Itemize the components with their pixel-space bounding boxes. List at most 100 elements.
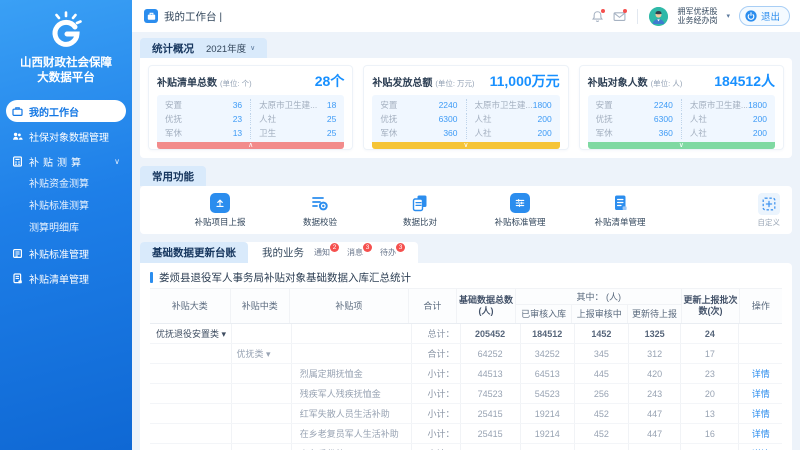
app-root: 山西财政社会保障 大数据平台 我的工作台 社保对象数据管理 补贴测算 (0, 0, 800, 450)
data-compare-icon (410, 193, 430, 213)
top-bar: 我的工作台 | 拥军优抚股 业务经办岗 ▾ (132, 0, 800, 32)
breadcrumb: 我的工作台 | (144, 9, 222, 24)
tab-badges: 通知2 消息3 待办3 (314, 247, 404, 258)
breakdown-label: 优抚 (596, 113, 654, 125)
sidebar-item-label: 补贴测算 (29, 154, 85, 169)
detail-link[interactable]: 详情 (739, 444, 782, 450)
tab-base-data-ledger[interactable]: 基础数据更新台账 (140, 242, 248, 263)
sidebar-item-workbench[interactable]: 我的工作台 (6, 100, 126, 122)
collapse-bar[interactable]: ∨ (372, 142, 559, 149)
col-base-total: 基础数据总数(人) (457, 289, 516, 323)
sidebar-item-social-data[interactable]: 社保对象数据管理 (6, 125, 126, 147)
badge-count: 2 (330, 243, 339, 252)
sidebar-item-standard-mgmt[interactable]: 补贴标准管理 (6, 242, 126, 264)
value-cell: 243 (629, 384, 681, 403)
value-cell: 25415 (461, 424, 521, 443)
customize-label: 自定义 (758, 217, 781, 228)
breakdown-label: 军休 (596, 127, 659, 139)
mid-category-cell[interactable]: 优抚类 ▾ (232, 344, 292, 363)
mail-icon[interactable] (613, 10, 626, 23)
value-cell: 16 (681, 424, 739, 443)
quick-item-list-mgmt[interactable]: 补贴清单管理 (570, 193, 670, 228)
value-cell: 34252 (521, 344, 575, 363)
breakdown-value: 18 (327, 100, 336, 110)
doc-list-icon (610, 193, 630, 213)
table-row: 优抚类 ▾ 合计： 64252 34252 345 312 17 (150, 344, 782, 364)
badge-label: 通知 (314, 248, 330, 257)
stat-card-amount-total: 补贴发放总额 (单位: 万元) 11,000万元 安置2240太原市卫生建...… (363, 65, 568, 150)
table-row: 红军失散人员生活补助 小计： 25415 19214 452 447 13 详情 (150, 404, 782, 424)
user-role[interactable]: 拥军优抚股 业务经办岗 (677, 7, 717, 26)
value-cell: 17 (681, 344, 739, 363)
quick-item-data-compare[interactable]: 数据比对 (370, 193, 470, 228)
breakdown-value: 360 (659, 128, 673, 138)
col-action: 操作 (740, 289, 782, 323)
sidebar-nav: 我的工作台 社保对象数据管理 补贴测算 ∨ 补贴资金测算 补贴标准测算 测算明细… (0, 100, 132, 289)
col-pending-upload: 更新待上报 (628, 305, 682, 323)
bell-icon[interactable] (591, 10, 604, 23)
col-reviewed: 已审核入库 (516, 305, 572, 323)
sidebar-item-list-mgmt[interactable]: 补贴清单管理 (6, 267, 126, 289)
collapse-bar[interactable]: ∨ (588, 142, 775, 149)
badge-notice[interactable]: 通知2 (314, 247, 338, 258)
main-content: 统计概况 2021年度 ∨ 补贴清单总数 (单位: 个) 28个 安置36太原市… (140, 38, 792, 444)
breakdown-value: 6300 (439, 114, 458, 124)
mid-category-cell (232, 444, 292, 450)
sidebar-subitem-fund-calc[interactable]: 补贴资金测算 (0, 175, 126, 195)
col-under-review: 上报审核中 (572, 305, 628, 323)
quick-item-subsidy-upload[interactable]: 补贴项目上报 (170, 193, 270, 228)
sidebar-subitem-standard-calc[interactable]: 补贴标准测算 (0, 197, 126, 217)
user-role-line2: 业务经办岗 (677, 16, 717, 26)
quick-item-data-check[interactable]: 数据校验 (270, 193, 370, 228)
ledger-panel: 娄烦县退役军人事务局补贴对象基础数据入库汇总统计 补贴大类 补贴中类 补贴项 合… (140, 263, 792, 450)
value-cell: 1452 (575, 324, 629, 343)
big-category-cell (150, 424, 232, 443)
stat-card-value: 11,000万元 (490, 71, 560, 91)
breakdown-value: 23 (233, 114, 242, 124)
value-cell: 64252 (461, 344, 521, 363)
badge-label: 待办 (380, 248, 396, 257)
tab-my-business[interactable]: 我的业务 (248, 245, 314, 260)
table-row: 在乡老复员军人生活补助 小计： 25415 19214 452 447 16 详… (150, 424, 782, 444)
total-label-cell: 小计： (412, 424, 461, 443)
breakdown-label: 人社 (690, 127, 753, 139)
breakdown-label: 优抚 (380, 113, 438, 125)
badge-message[interactable]: 消息3 (347, 247, 371, 258)
detail-link[interactable]: 详情 (739, 424, 782, 443)
sidebar-subitem-detail-db[interactable]: 测算明细库 (0, 219, 126, 239)
stat-card-title: 补贴发放总额 (372, 74, 432, 89)
value-cell: 19214 (521, 444, 575, 450)
detail-link[interactable]: 详情 (739, 384, 782, 403)
add-dashed-icon (758, 193, 780, 215)
big-category-cell (150, 404, 232, 423)
value-cell: 23 (681, 364, 739, 383)
customize-button[interactable]: 自定义 (758, 193, 781, 228)
caret-down-icon: ∨ (463, 142, 468, 149)
quick-item-label: 补贴清单管理 (594, 216, 645, 228)
chevron-down-icon[interactable]: ▾ (726, 12, 730, 20)
calculator-icon (12, 156, 23, 167)
quick-item-standard-mgmt[interactable]: 补贴标准管理 (470, 193, 570, 228)
breakdown-value: 1800 (533, 100, 552, 110)
total-label-cell: 小计： (412, 364, 461, 383)
total-label-cell: 小计： (412, 384, 461, 403)
stat-card-breakdown: 安置2240太原市卫生建...1800 优抚6300人社200 军休360人社2… (588, 95, 775, 142)
badge-todo[interactable]: 待办3 (380, 247, 404, 258)
avatar[interactable] (649, 7, 668, 26)
total-label-cell: 小计： (412, 404, 461, 423)
big-category-cell[interactable]: 优抚退役安置类 ▾ (150, 324, 232, 343)
detail-link[interactable]: 详情 (739, 404, 782, 423)
sidebar-item-subsidy-calc[interactable]: 补贴测算 ∨ (6, 150, 126, 172)
value-cell: 24 (681, 324, 739, 343)
collapse-bar[interactable]: ∧ (157, 142, 344, 149)
item-cell: 在乡老复员军人生活补助 (292, 424, 412, 443)
year-filter-select[interactable]: 2021年度 ∨ (206, 41, 255, 55)
logout-button[interactable]: 退出 (739, 6, 790, 26)
stat-card-title: 补贴清单总数 (157, 74, 217, 89)
sliders-icon (510, 193, 530, 213)
item-cell (292, 324, 412, 343)
stat-card-breakdown: 安置36太原市卫生建...18 优抚23人社25 军休13卫生25 (157, 95, 344, 142)
detail-link (739, 324, 782, 343)
sidebar-item-label: 补贴清单管理 (29, 271, 89, 286)
detail-link[interactable]: 详情 (739, 364, 782, 383)
